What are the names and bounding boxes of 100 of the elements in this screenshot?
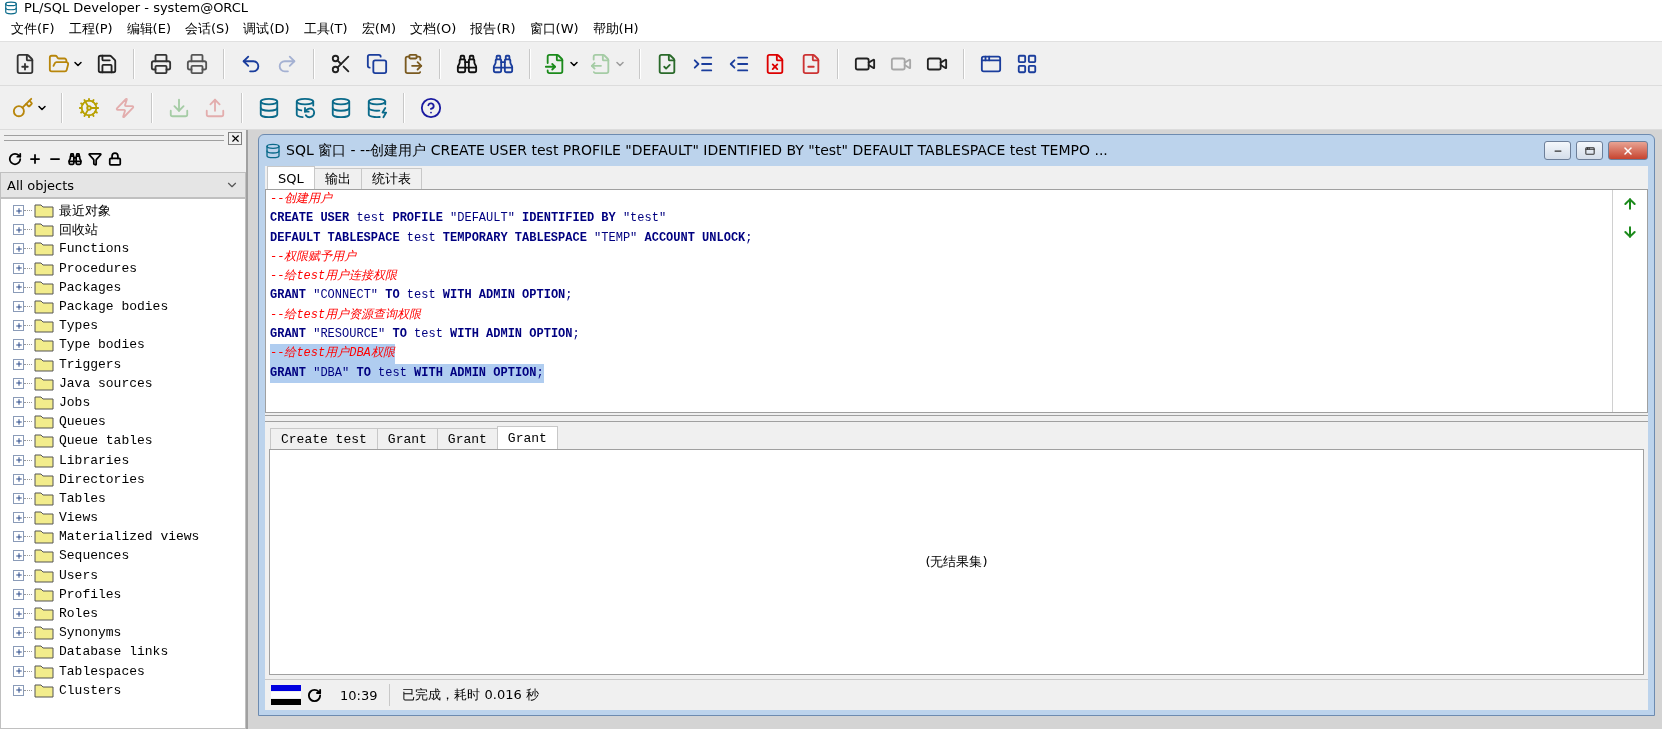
tree-item[interactable]: Packages	[59, 279, 122, 295]
tree-item[interactable]: Tablespaces	[59, 663, 145, 679]
folder-icon	[34, 222, 54, 238]
plus-icon	[14, 551, 23, 560]
expand-toggle[interactable]	[13, 569, 24, 581]
tree-item[interactable]: Users	[59, 567, 98, 583]
binoculars-icon	[492, 52, 514, 75]
result-tab[interactable]: Grant	[496, 426, 558, 449]
expand-toggle[interactable]	[13, 550, 24, 562]
code-line: --给test用户资源查询权限	[270, 306, 422, 324]
tree-item[interactable]: Database links	[59, 644, 169, 660]
tree-item[interactable]: 最近对象	[59, 201, 111, 220]
folder-icon	[34, 644, 54, 660]
expand-toggle[interactable]	[13, 243, 24, 255]
database-icon	[330, 96, 352, 119]
expand-toggle[interactable]	[13, 627, 24, 639]
tree-item[interactable]: Types	[59, 318, 98, 334]
editor-tab[interactable]: SQL	[267, 166, 315, 189]
object-filter-dropdown[interactable]: All objects	[0, 172, 246, 198]
tree-item[interactable]: 回收站	[59, 220, 98, 239]
folder-icon	[48, 52, 70, 75]
folder-icon	[34, 279, 54, 295]
tree-item[interactable]: Profiles	[59, 586, 122, 602]
tree-item[interactable]: Queue tables	[59, 433, 153, 449]
tree-item[interactable]: Clusters	[59, 682, 122, 698]
lightning-icon	[114, 96, 136, 119]
plus-icon	[14, 456, 23, 465]
expand-toggle[interactable]	[13, 473, 24, 485]
expand-toggle[interactable]	[13, 205, 24, 217]
folder-icon	[34, 663, 54, 679]
file-icon	[800, 52, 822, 75]
expand-toggle[interactable]	[13, 665, 24, 677]
tree-item[interactable]: Java sources	[59, 375, 153, 391]
menu-item[interactable]: 报告(R)	[463, 16, 523, 41]
expand-toggle[interactable]	[13, 281, 24, 293]
menu-item[interactable]: 工具(T)	[296, 16, 355, 41]
menu-item[interactable]: 会话(S)	[177, 16, 237, 41]
tree-item[interactable]: Queues	[59, 414, 106, 430]
plus-icon[interactable]	[28, 152, 42, 166]
result-tab[interactable]: Create test	[270, 428, 378, 449]
editor-tab[interactable]: 统计表	[360, 168, 422, 189]
expand-toggle[interactable]	[13, 531, 24, 543]
tree-item[interactable]: Package bodies	[59, 299, 169, 315]
expand-toggle[interactable]	[13, 416, 24, 428]
minimize-button[interactable]	[1544, 141, 1571, 160]
tree-item[interactable]: Libraries	[59, 452, 130, 468]
plus-icon	[14, 360, 23, 369]
tree-item[interactable]: Roles	[59, 606, 98, 622]
filter-icon[interactable]	[88, 152, 102, 166]
folder-icon	[34, 260, 54, 276]
expand-toggle[interactable]	[13, 262, 24, 274]
code-line: --创建用户	[270, 191, 333, 208]
tree-item[interactable]: Directories	[59, 471, 145, 487]
lock-icon[interactable]	[108, 152, 122, 166]
tree-item[interactable]: Jobs	[59, 394, 91, 410]
expand-toggle[interactable]	[13, 608, 24, 620]
expand-toggle[interactable]	[13, 588, 24, 600]
menu-item[interactable]: 工程(P)	[61, 16, 120, 41]
expand-toggle[interactable]	[13, 339, 24, 351]
menu-item[interactable]: 窗口(W)	[522, 16, 586, 41]
menu-item[interactable]: 宏(M)	[354, 16, 403, 41]
expand-toggle[interactable]	[13, 396, 24, 408]
binoculars-icon[interactable]	[68, 152, 82, 166]
expand-toggle[interactable]	[13, 377, 24, 389]
expand-toggle[interactable]	[13, 320, 24, 332]
plus-icon	[14, 264, 23, 273]
tree-item[interactable]: Functions	[59, 241, 130, 257]
tree-item[interactable]: Views	[59, 510, 98, 526]
tree-item[interactable]: Materialized views	[59, 529, 200, 545]
tree-item[interactable]: Sequences	[59, 548, 130, 564]
tree-item[interactable]: Tables	[59, 490, 106, 506]
menu-item[interactable]: 帮助(H)	[585, 16, 646, 41]
refresh-icon[interactable]	[8, 152, 22, 166]
tree-item[interactable]: Type bodies	[59, 337, 145, 353]
expand-toggle[interactable]	[13, 646, 24, 658]
menu-item[interactable]: 编辑(E)	[119, 16, 178, 41]
restore-button[interactable]	[1576, 141, 1603, 160]
expand-toggle[interactable]	[13, 512, 24, 524]
plus-icon	[14, 628, 23, 637]
expand-toggle[interactable]	[13, 435, 24, 447]
printer-icon	[150, 52, 172, 75]
menu-item[interactable]: 文件(F)	[4, 16, 62, 41]
expand-toggle[interactable]	[13, 358, 24, 370]
tree-item[interactable]: Procedures	[59, 260, 137, 276]
expand-toggle[interactable]	[13, 684, 24, 696]
menu-item[interactable]: 调试(D)	[236, 16, 297, 41]
expand-toggle[interactable]	[13, 224, 24, 236]
folder-icon	[34, 337, 54, 353]
close-button[interactable]	[228, 131, 242, 145]
expand-toggle[interactable]	[13, 454, 24, 466]
close-icon	[229, 132, 241, 144]
plus-icon	[14, 417, 23, 426]
splitter[interactable]	[265, 415, 1648, 422]
folder-icon	[34, 586, 54, 602]
expand-toggle[interactable]	[13, 301, 24, 313]
expand-toggle[interactable]	[13, 492, 24, 504]
menu-item[interactable]: 文档(O)	[403, 16, 464, 41]
tree-item[interactable]: Triggers	[59, 356, 122, 372]
folder-icon	[34, 625, 54, 641]
tree-item[interactable]: Synonyms	[59, 625, 122, 641]
